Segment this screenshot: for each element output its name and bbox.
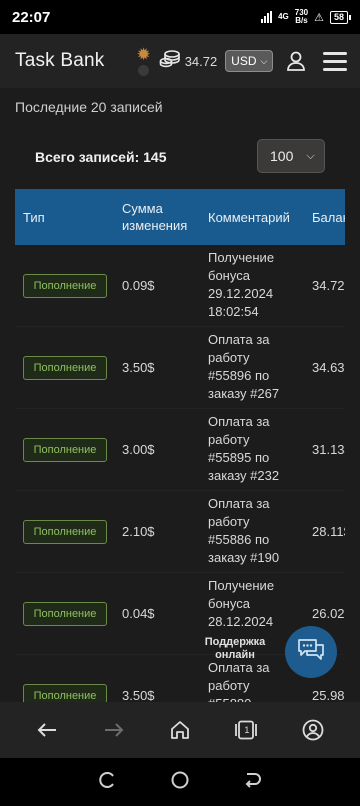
table-row: Пополнение 3.50$ Оплата за работу #55896…: [15, 327, 345, 409]
status-icons: 4G 730 B/s ⚠ 58: [261, 8, 352, 25]
balance-cell: 34.72: [312, 278, 345, 293]
main-content: Последние 20 записей Всего записей: 145 …: [0, 88, 360, 702]
status-time: 22:07: [12, 8, 51, 26]
balance-cell: 28.11$: [312, 524, 345, 539]
system-nav-bar: [0, 758, 360, 806]
type-badge: Пополнение: [23, 684, 107, 702]
theme-toggle[interactable]: ✹: [136, 44, 151, 76]
tabs-icon[interactable]: 1: [233, 717, 259, 743]
balance-cell: 25.98: [312, 688, 345, 702]
table-row: Пополнение 3.00$ Оплата за работу #55895…: [15, 409, 345, 491]
column-comment[interactable]: Комментарий: [208, 209, 290, 226]
balance-cell: 26.02: [312, 606, 345, 621]
column-type[interactable]: Тип: [23, 209, 45, 226]
back-arrow-icon[interactable]: [34, 717, 60, 743]
page-size-select[interactable]: 100 ⌵: [257, 139, 325, 173]
amount-cell: 3.50$: [122, 688, 155, 702]
home-icon[interactable]: [167, 717, 193, 743]
header-balance: 34.72: [184, 53, 218, 69]
comment-cell: Оплата за работу #55886 по заказу #190: [208, 496, 280, 565]
user-icon[interactable]: [285, 50, 307, 72]
hamburger-menu-icon[interactable]: [323, 51, 348, 71]
type-badge: Пополнение: [23, 602, 107, 626]
type-badge: Пополнение: [23, 438, 107, 462]
comment-cell: Оплата за работу #55896 по заказу #267: [208, 332, 280, 401]
amount-cell: 0.09$: [122, 278, 155, 293]
comment-cell: Получение бонуса 29.12.2024 18:02:54: [208, 250, 275, 319]
coins-icon: [159, 49, 181, 74]
tab-count: 1: [244, 725, 250, 735]
table-header: Тип Сумма изменения Комментарий Баланс: [15, 189, 345, 245]
battery-icon: 58: [329, 10, 352, 24]
network-type: 4G: [278, 12, 289, 21]
transactions-table: Тип Сумма изменения Комментарий Баланс П…: [15, 189, 345, 702]
amount-cell: 3.50$: [122, 360, 155, 375]
browser-nav-bar: 1: [0, 702, 360, 758]
currency-select[interactable]: USD ⌵: [225, 50, 274, 72]
chevron-down-icon: ⌵: [260, 55, 268, 66]
account-icon[interactable]: [300, 717, 326, 743]
balance-cell: 34.63: [312, 360, 345, 375]
sun-icon: ✹: [136, 44, 151, 64]
amount-cell: 0.04$: [122, 606, 155, 621]
table-row: Пополнение 0.09$ Получение бонуса 29.12.…: [15, 245, 345, 327]
type-badge: Пополнение: [23, 274, 107, 298]
comment-cell: Оплата за работу #55880: [208, 660, 270, 702]
back-icon[interactable]: [244, 771, 262, 794]
balance-cell: 31.13$: [312, 442, 345, 457]
brand-logo[interactable]: Task Bank: [15, 50, 104, 72]
amount-cell: 3.00$: [122, 442, 155, 457]
total-records: Всего записей: 145: [35, 149, 167, 165]
support-label[interactable]: Поддержка онлайн: [200, 636, 270, 662]
recents-icon[interactable]: [98, 771, 116, 794]
status-bar: 22:07 4G 730 B/s ⚠ 58: [0, 0, 360, 34]
column-amount[interactable]: Сумма изменения: [122, 200, 202, 234]
column-balance[interactable]: Баланс: [312, 209, 345, 226]
moon-icon: [138, 64, 150, 76]
type-badge: Пополнение: [23, 356, 107, 380]
currency-value: USD: [231, 54, 257, 68]
page-subtitle: Последние 20 записей: [15, 99, 163, 115]
amount-cell: 2.10$: [122, 524, 155, 539]
forward-arrow-icon[interactable]: [101, 717, 127, 743]
home-circle-icon[interactable]: [171, 771, 189, 794]
table-row: Пополнение 2.10$ Оплата за работу #55886…: [15, 491, 345, 573]
support-chat-button[interactable]: [285, 626, 337, 678]
comment-cell: Оплата за работу #55895 по заказу #232: [208, 414, 280, 483]
page-size-value: 100: [270, 148, 294, 164]
chevron-down-icon: ⌵: [306, 149, 315, 162]
comment-cell: Получение бонуса 28.12.2024: [208, 578, 275, 629]
signal-icon: [261, 11, 273, 23]
network-speed: 730 B/s: [294, 8, 309, 25]
type-badge: Пополнение: [23, 520, 107, 544]
chat-bubbles-icon: [296, 637, 326, 668]
app-header: Task Bank ✹ 34.72 USD ⌵: [0, 34, 360, 88]
alert-icon: ⚠: [314, 11, 324, 24]
